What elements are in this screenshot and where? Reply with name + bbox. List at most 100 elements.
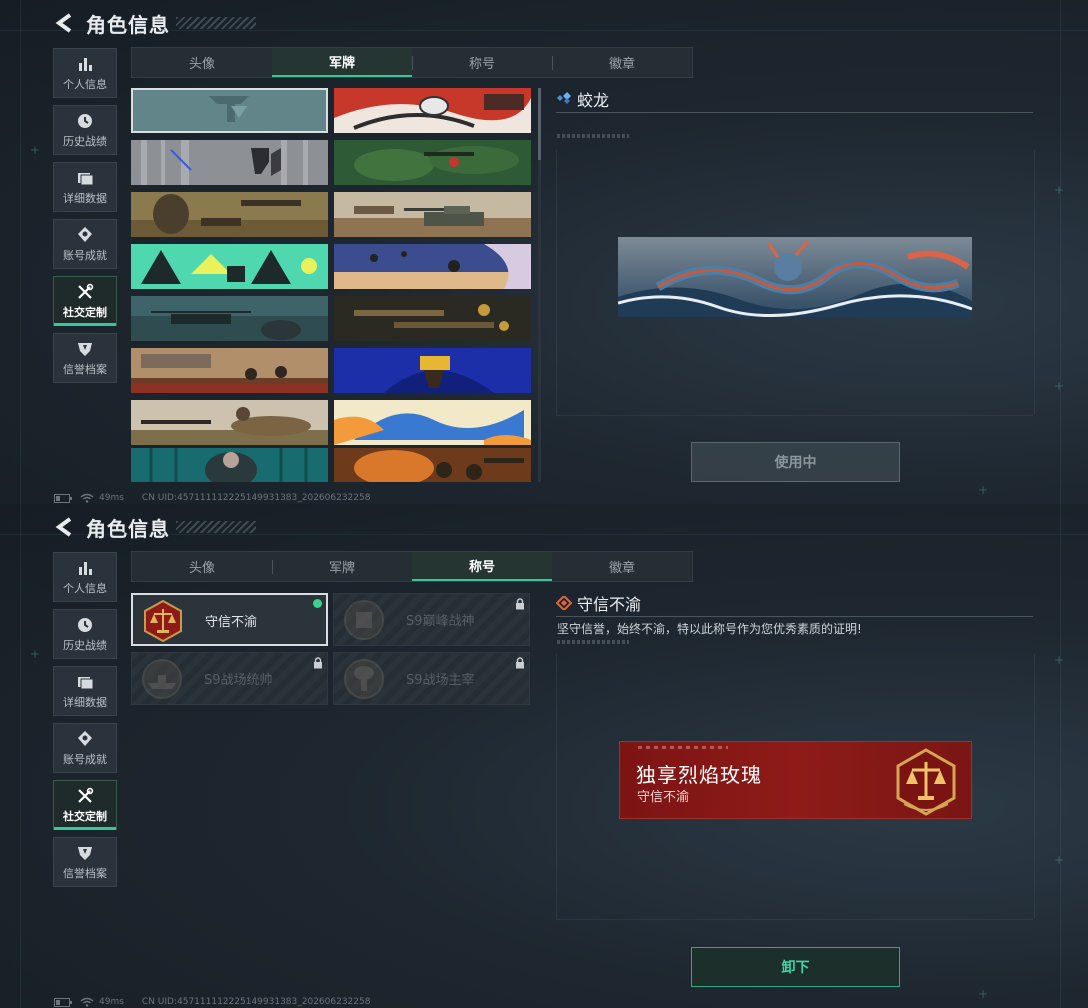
tab-dogtag[interactable]: 军牌 [272, 48, 412, 77]
clock-icon [78, 617, 92, 632]
dogtag-card[interactable] [131, 448, 328, 482]
dogtag-blue-yellow-image [334, 348, 531, 393]
dogtag-battlefield-sunset-image [131, 348, 328, 393]
dogtag-card[interactable] [131, 244, 328, 289]
dogtag-preview [618, 237, 972, 317]
ping-value: 49ms [99, 997, 124, 1007]
dogtag-card[interactable] [131, 400, 328, 445]
sidebar-item-label: 历史战绩 [63, 134, 107, 148]
sidebar-item-achievements[interactable]: 账号成就 [53, 219, 117, 269]
dogtag-card[interactable] [131, 192, 328, 237]
tab-bar: 头像 军牌 称号 徽章 [131, 47, 693, 78]
plus-decoration: + [1054, 379, 1065, 393]
nameplate-decoration [638, 746, 728, 749]
dogtag-helicopter-teal-image [131, 296, 328, 341]
sidebar-item-social-customization[interactable]: 社交定制 [53, 780, 117, 830]
sidebar-item-reputation[interactable]: 信誉档案 [53, 837, 117, 887]
sidebar-item-label: 详细数据 [63, 695, 107, 709]
scales-emblem-icon [144, 599, 182, 643]
detail-heading: 蛟龙 [556, 88, 609, 110]
dogtag-teal-fighter-image [131, 448, 328, 482]
dogtag-green-jungle-image [334, 140, 531, 185]
sidebar-item-label: 账号成就 [63, 752, 107, 766]
title-card-label: S9巅峰战神 [406, 614, 475, 629]
dogtag-desert-tank-image [334, 192, 531, 237]
tab-avatar[interactable]: 头像 [132, 552, 272, 581]
sidebar: 个人信息 历史战绩 详细数据 账号成就 社交定制 信誉档案 [53, 48, 117, 390]
frame-line [20, 0, 21, 504]
sidebar-item-detailed-data[interactable]: 详细数据 [53, 162, 117, 212]
dogtag-scrollbar[interactable] [538, 88, 541, 482]
title-card[interactable]: 守信不渝 [131, 593, 328, 646]
dogtag-card[interactable] [131, 140, 328, 185]
plus-decoration: + [1054, 183, 1065, 197]
dogtag-card[interactable] [334, 448, 531, 482]
sidebar-item-detailed-data[interactable]: 详细数据 [53, 666, 117, 716]
dogtag-card[interactable] [334, 400, 531, 445]
detail-divider [556, 112, 1033, 113]
clock-icon [78, 113, 92, 128]
dogtag-card[interactable] [334, 244, 531, 289]
title-card[interactable]: S9巅峰战神 [333, 593, 530, 646]
lock-icon [516, 598, 524, 610]
sidebar-item-personal-info[interactable]: 个人信息 [53, 552, 117, 602]
title-nameplate-preview: 独享烈焰玫瑰 守信不渝 [619, 741, 972, 819]
user-uid: CN UID:457111112225149931383_20260623225… [141, 493, 371, 503]
dogtag-card[interactable] [334, 192, 531, 237]
sidebar-item-achievements[interactable]: 账号成就 [53, 723, 117, 773]
sidebar-item-history[interactable]: 历史战绩 [53, 609, 117, 659]
plus-decoration: + [30, 647, 41, 661]
status-footer: 49ms CN UID:457111112225149931383_202606… [54, 995, 370, 1008]
scrollbar-thumb[interactable] [538, 88, 541, 160]
battery-icon [54, 493, 72, 503]
back-arrow-icon[interactable] [54, 516, 76, 538]
title-card[interactable]: S9战场统帅 [131, 652, 328, 705]
scales-emblem-icon [896, 748, 956, 816]
detail-decoration [557, 134, 629, 138]
sidebar-item-label: 信誉档案 [63, 362, 107, 376]
tab-avatar[interactable]: 头像 [132, 48, 272, 77]
dogtag-green-cartoon-image [131, 244, 328, 289]
page-header: 角色信息 [54, 514, 256, 541]
dogtag-card[interactable] [334, 348, 531, 393]
title-card-label: 守信不渝 [205, 615, 258, 630]
shield-badge-icon [78, 342, 92, 356]
frame-line [1060, 0, 1061, 504]
sidebar-item-personal-info[interactable]: 个人信息 [53, 48, 117, 98]
tab-title[interactable]: 称号 [412, 48, 552, 77]
bar-chart-icon [79, 57, 92, 71]
dogtag-card[interactable] [334, 296, 531, 341]
dragon-preview-image [618, 237, 972, 317]
tab-badge[interactable]: 徽章 [552, 48, 692, 77]
ping-value: 49ms [99, 493, 124, 503]
sidebar-item-label: 个人信息 [63, 77, 107, 91]
sidebar-item-reputation[interactable]: 信誉档案 [53, 333, 117, 383]
back-arrow-icon[interactable] [54, 12, 76, 34]
dogtag-card[interactable] [334, 140, 531, 185]
dogtag-grid [131, 88, 531, 482]
tab-dogtag[interactable]: 军牌 [272, 552, 412, 581]
dogtag-explosion-soldiers-image [334, 448, 531, 482]
achievement-icon [78, 730, 92, 746]
dogtag-card[interactable] [334, 88, 531, 133]
title-card-label: S9战场统帅 [204, 673, 273, 688]
page-title: 角色信息 [86, 516, 170, 541]
dogtag-red-abstract-image [334, 88, 531, 133]
plus-decoration: + [978, 483, 989, 497]
dogtag-card[interactable] [131, 88, 328, 133]
in-use-button[interactable]: 使用中 [691, 442, 900, 482]
title-decoration [176, 17, 256, 29]
dogtag-card[interactable] [131, 296, 328, 341]
frame-line [556, 415, 1033, 416]
tab-title[interactable]: 称号 [412, 552, 552, 581]
sidebar-item-social-customization[interactable]: 社交定制 [53, 276, 117, 326]
title-card[interactable]: S9战场主宰 [333, 652, 530, 705]
equipped-indicator [313, 599, 322, 608]
unequip-button[interactable]: 卸下 [691, 947, 900, 987]
sidebar-item-history[interactable]: 历史战绩 [53, 105, 117, 155]
detail-decoration [557, 640, 629, 644]
mushroom-cloud-emblem-icon [344, 659, 384, 699]
tab-badge[interactable]: 徽章 [552, 552, 692, 581]
dogtag-card[interactable] [131, 348, 328, 393]
achievement-icon [78, 226, 92, 242]
